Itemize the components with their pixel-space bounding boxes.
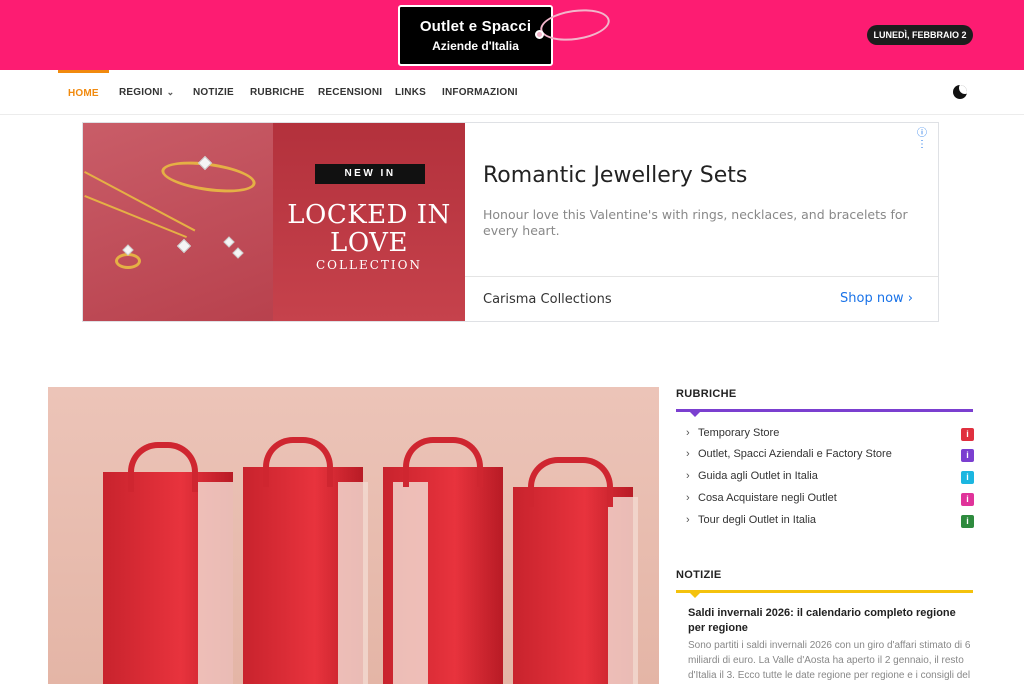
bag-shadow [338, 482, 368, 684]
bag-handle [403, 437, 483, 487]
ad-advertiser[interactable]: Carisma Collections [483, 292, 612, 307]
ad-image[interactable]: NEW IN LOCKED IN LOVE COLLECTION [83, 123, 465, 321]
chevron-down-icon: ⌄ [166, 87, 175, 97]
bag-shadow [608, 497, 638, 684]
nav-item-notizie[interactable]: NOTIZIE [193, 70, 234, 115]
category-label: Guida agli Outlet in Italia [698, 470, 818, 482]
ad-description: Honour love this Valentine's with rings,… [483, 207, 908, 238]
logo-title: Outlet e Spacci [419, 18, 532, 35]
chevron-right-icon: › [686, 492, 690, 504]
bag-handle [128, 442, 198, 492]
nav-item-informazioni[interactable]: INFORMAZIONI [442, 70, 518, 115]
moon-icon[interactable] [953, 85, 967, 99]
category-cosa-acquistare[interactable]: › Cosa Acquistare negli Outlet i [686, 492, 976, 510]
top-header: Outlet e Spacci Aziende d'Italia LUNEDÌ,… [0, 0, 1024, 70]
featured-article-image[interactable] [48, 387, 659, 684]
nav-item-home[interactable]: HOME [58, 70, 109, 115]
news-article-excerpt: Sono partiti i saldi invernali 2026 con … [688, 640, 971, 681]
bag-shadow [393, 482, 428, 684]
category-temporary-store[interactable]: › Temporary Store i [686, 427, 976, 445]
ad-new-in-label: NEW IN [315, 164, 425, 184]
site-logo[interactable]: Outlet e Spacci Aziende d'Italia [398, 5, 553, 66]
rubriche-pointer [690, 412, 700, 417]
shop-now-label: Shop now [840, 291, 904, 306]
nav-item-rubriche[interactable]: RUBRICHE [250, 70, 304, 115]
category-label: Outlet, Spacci Aziendali e Factory Store [698, 448, 892, 460]
chevron-right-icon: › [686, 448, 690, 460]
chevron-right-icon: › [686, 514, 690, 526]
category-outlet-spacci[interactable]: › Outlet, Spacci Aziendali e Factory Stor… [686, 448, 976, 466]
ad-banner[interactable]: NEW IN LOCKED IN LOVE COLLECTION ⓘ ⋮ Rom… [82, 122, 939, 322]
bag-handle [528, 457, 613, 507]
bag-shadow [198, 482, 233, 684]
info-icon: i [961, 515, 974, 528]
nav-item-label: REGIONI [119, 87, 163, 98]
notizie-pointer [690, 593, 700, 598]
logo-subtitle: Aziende d'Italia [432, 39, 519, 53]
category-label: Temporary Store [698, 427, 780, 439]
ad-image-title: LOCKED IN LOVE [287, 200, 451, 258]
date-badge: LUNEDÌ, FEBBRAIO 2 [867, 25, 973, 45]
chevron-right-icon: › [686, 470, 690, 482]
nav-item-links[interactable]: LINKS [395, 70, 426, 115]
info-icon: i [961, 471, 974, 484]
chevron-right-icon: › [686, 427, 690, 439]
ad-headline[interactable]: Romantic Jewellery Sets [483, 163, 747, 188]
adchoices-icon[interactable]: ⓘ ⋮ [917, 124, 938, 150]
info-icon: i [961, 493, 974, 506]
shop-now-button[interactable]: Shop now › [840, 291, 913, 306]
nav-item-recensioni[interactable]: RECENSIONI [318, 70, 382, 115]
category-guida-outlet[interactable]: › Guida agli Outlet in Italia i [686, 470, 976, 488]
notizie-heading: NOTIZIE [676, 569, 722, 581]
ad-divider [465, 276, 938, 277]
category-tour-outlet[interactable]: › Tour degli Outlet in Italia i [686, 514, 976, 532]
rubriche-heading: RUBRICHE [676, 388, 737, 400]
news-article-title[interactable]: Saldi invernali 2026: il calendario comp… [688, 606, 973, 636]
category-label: Tour degli Outlet in Italia [698, 514, 817, 526]
category-label: Cosa Acquistare negli Outlet [698, 492, 837, 504]
ad-image-subtitle: COLLECTION [316, 258, 422, 272]
info-icon: i [961, 428, 974, 441]
main-navigation: HOME REGIONI ⌄ NOTIZIE RUBRICHE RECENSION… [0, 70, 1024, 115]
info-icon: i [961, 449, 974, 462]
rubriche-underline [676, 409, 973, 412]
notizie-underline [676, 590, 973, 593]
bag-handle [263, 437, 333, 487]
chevron-right-icon: › [907, 291, 913, 306]
nav-item-regioni[interactable]: REGIONI ⌄ [119, 70, 174, 115]
logo-dot-decoration [535, 30, 544, 39]
